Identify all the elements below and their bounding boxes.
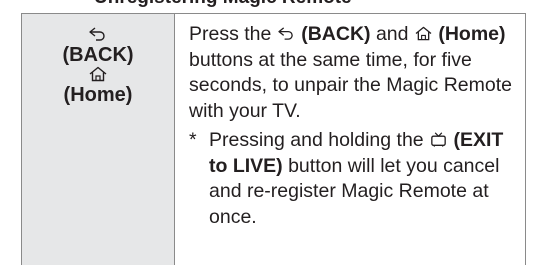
back-key: (BACK)	[62, 26, 134, 66]
home-icon	[415, 26, 432, 41]
back-button-name: (BACK)	[301, 23, 371, 45]
section-heading: Unregistering Magic Remote	[94, 0, 352, 9]
home-icon	[89, 66, 107, 82]
note-text-part: Pressing and holding the	[209, 129, 430, 151]
manual-page: Unregistering Magic Remote (BACK) (Home)	[0, 0, 543, 265]
instruction-text: and	[370, 23, 414, 45]
unpair-instruction: Press the (BACK) and (Home) buttons at t…	[189, 22, 515, 124]
instruction-text: buttons at the same time, for five secon…	[189, 48, 513, 122]
back-arrow-icon	[89, 27, 105, 41]
back-key-label: (BACK)	[62, 44, 134, 66]
home-button-name: (Home)	[438, 23, 506, 45]
note-text: Pressing and holding the (EXIT to LIVE) …	[209, 128, 515, 230]
home-key-label: (Home)	[63, 84, 133, 106]
instruction-text: Press the	[189, 23, 277, 45]
key-column: (BACK) (Home)	[22, 14, 175, 265]
note: * Pressing and holding the (EXIT to LIVE…	[189, 128, 515, 230]
description-column: Press the (BACK) and (Home) buttons at t…	[175, 14, 525, 265]
home-key: (Home)	[63, 66, 133, 106]
back-arrow-icon	[278, 27, 293, 40]
exit-to-live-tv-icon	[431, 132, 446, 147]
note-bullet: *	[189, 129, 197, 151]
instruction-table: (BACK) (Home) Press the (BACK) and (Home…	[21, 13, 526, 265]
